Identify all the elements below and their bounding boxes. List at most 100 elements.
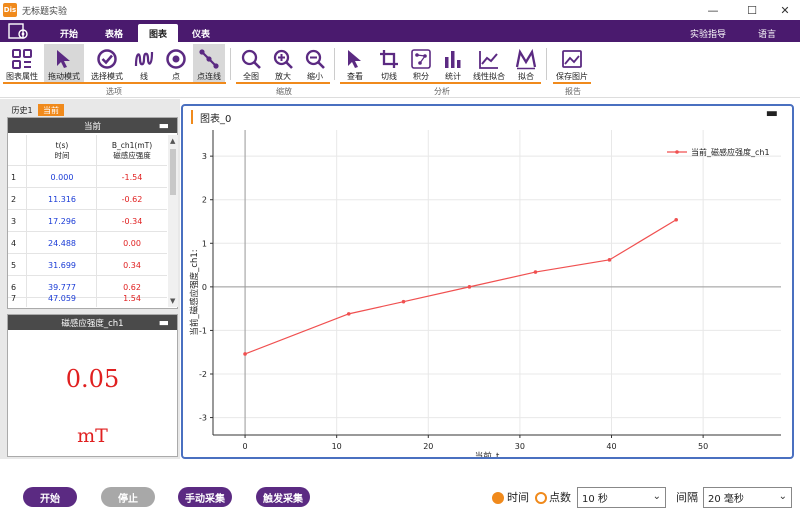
minimize-panel-icon[interactable]: ▬ [159, 316, 169, 329]
tangent-button[interactable]: 切线 [374, 44, 404, 82]
data-point [243, 352, 247, 356]
chart-properties-label: 图表属性 [6, 72, 38, 81]
table-row[interactable]: 5 31.699 0.34 [9, 254, 167, 276]
cell-field[interactable]: -1.54 [97, 166, 167, 188]
scrollbar-thumb[interactable] [170, 149, 176, 195]
tab-start[interactable]: 开始 [50, 24, 88, 42]
close-button[interactable]: ✕ [768, 0, 800, 20]
y-tick-label: -2 [199, 370, 207, 379]
tab-history1[interactable]: 历史1 [8, 104, 36, 116]
minimize-panel-icon[interactable]: ▬ [159, 119, 169, 132]
drag-mode-label: 拖动模式 [48, 72, 80, 81]
line-label: 线 [140, 72, 148, 81]
x-tick-label: 40 [606, 442, 616, 451]
maximize-button[interactable]: ☐ [735, 0, 769, 20]
linear-fit-label: 线性拟合 [473, 72, 505, 81]
chart-properties-button[interactable]: 图表属性 [3, 44, 41, 82]
data-point [674, 217, 678, 222]
select-mode-button[interactable]: 选择模式 [87, 44, 127, 82]
zoom-in-button[interactable]: 放大 [268, 44, 298, 82]
start-button[interactable]: 开始 [23, 487, 77, 507]
zoom-out-button[interactable]: 缩小 [300, 44, 330, 82]
cell-time[interactable]: 17.296 [27, 210, 97, 232]
tab-table[interactable]: 表格 [95, 24, 133, 42]
trigger-capture-button[interactable]: 触发采集 [256, 487, 310, 507]
x-tick-label: 50 [698, 442, 708, 451]
chart-canvas[interactable]: 0 10 20 30 40 50 -3 -2 -1 0 1 2 3 当前_t 当前_磁感应强度_ch1: 当前… [183, 106, 792, 457]
table-row[interactable]: 7 47.059 1.54 [9, 287, 167, 309]
separator [230, 48, 231, 80]
interval-select[interactable]: 20 毫秒 ⌄ [703, 487, 792, 508]
fit-button[interactable]: 拟合 [511, 44, 541, 82]
cell-field[interactable]: 0.34 [97, 254, 167, 276]
stop-button[interactable]: 停止 [101, 487, 155, 507]
y-axis-label: 当前_磁感应强度_ch1: [189, 249, 200, 335]
menu-experiment-guide[interactable]: 实验指导 [690, 24, 726, 42]
save-image-icon [562, 50, 582, 68]
group-label-zoom: 缩放 [276, 87, 292, 96]
app-settings-icon[interactable] [8, 23, 30, 40]
tangent-icon [380, 50, 398, 68]
cell-time[interactable]: 24.488 [27, 232, 97, 254]
tab-meter[interactable]: 仪表 [182, 24, 220, 42]
tab-chart[interactable]: 图表 [138, 24, 178, 42]
current-panel-header: 当前 ▬ [8, 118, 177, 133]
save-image-button[interactable]: 保存图片 [553, 44, 591, 82]
table-row[interactable]: 1 0.000 -1.54 [9, 166, 167, 188]
cursor-icon [57, 50, 70, 68]
cell-time[interactable]: 47.059 [27, 287, 97, 309]
zoom-fit-button[interactable]: 全图 [236, 44, 266, 82]
row-index: 4 [11, 238, 17, 248]
line-icon [134, 51, 154, 67]
minimize-button[interactable]: — [696, 0, 730, 20]
integral-button[interactable]: 积分 [406, 44, 436, 82]
manual-capture-button[interactable]: 手动采集 [178, 487, 232, 507]
menu-language[interactable]: 语言 [758, 24, 776, 42]
cell-field[interactable]: -0.34 [97, 210, 167, 232]
current-panel-title: 当前 [83, 121, 101, 132]
scroll-down-icon[interactable]: ▼ [170, 297, 175, 305]
select-mode-label: 选择模式 [91, 72, 123, 81]
zoom-fit-label: 全图 [243, 72, 259, 81]
integral-icon [411, 49, 431, 69]
row-index: 7 [11, 293, 17, 303]
table-scrollbar[interactable]: ▲ ▼ [168, 135, 178, 307]
table-row[interactable]: 4 24.488 0.00 [9, 232, 167, 254]
table-row[interactable]: 3 17.296 -0.34 [9, 210, 167, 232]
scroll-up-icon[interactable]: ▲ [170, 137, 175, 145]
view-label: 查看 [347, 72, 363, 81]
cell-field[interactable]: 0.00 [97, 232, 167, 254]
zoom-fit-icon [241, 49, 261, 69]
mode-time-radio[interactable] [492, 492, 504, 504]
column-header-time[interactable]: t(s) 时间 [27, 137, 97, 165]
drag-mode-button[interactable]: 拖动模式 [44, 44, 84, 82]
table-row[interactable]: 2 11.316 -0.62 [9, 188, 167, 210]
view-button[interactable]: 查看 [340, 44, 370, 82]
point-button[interactable]: 点 [163, 44, 189, 82]
statistics-button[interactable]: 统计 [438, 44, 468, 82]
cell-field[interactable]: 1.54 [97, 287, 167, 309]
column-header-field[interactable]: B_ch1(mT) 磁感应强度 [97, 137, 167, 165]
legend-marker [675, 150, 679, 154]
cell-time[interactable]: 0.000 [27, 166, 97, 188]
line-button[interactable]: 线 [131, 44, 157, 82]
interval-label: 间隔 [676, 491, 698, 504]
duration-select[interactable]: 10 秒 ⌄ [577, 487, 666, 508]
group-label-analysis: 分析 [434, 87, 450, 96]
fit-label: 拟合 [518, 72, 534, 81]
cell-field[interactable]: -0.62 [97, 188, 167, 210]
linear-fit-button[interactable]: 线性拟合 [470, 44, 508, 82]
cell-time[interactable]: 31.699 [27, 254, 97, 276]
point-line-button[interactable]: 点连线 [193, 44, 225, 82]
y-tick-label: 0 [202, 283, 207, 292]
mode-points-radio[interactable] [535, 492, 547, 504]
tab-current[interactable]: 当前 [38, 104, 64, 116]
legend-label: 当前_磁感应强度_ch1 [691, 147, 770, 157]
fit-icon [515, 48, 537, 70]
chart-minimize-icon[interactable]: ▬ [766, 106, 778, 121]
chart-properties-icon [12, 49, 32, 69]
column-header-time-name: t(s) [55, 141, 69, 150]
menu-bar: 开始 表格 图表 仪表 实验指导 语言 [0, 20, 800, 42]
chart-panel[interactable]: 0 10 20 30 40 50 -3 -2 -1 0 1 2 3 当前_t 当前_磁感应强度_ch1: 当前… [181, 104, 794, 459]
cell-time[interactable]: 11.316 [27, 188, 97, 210]
